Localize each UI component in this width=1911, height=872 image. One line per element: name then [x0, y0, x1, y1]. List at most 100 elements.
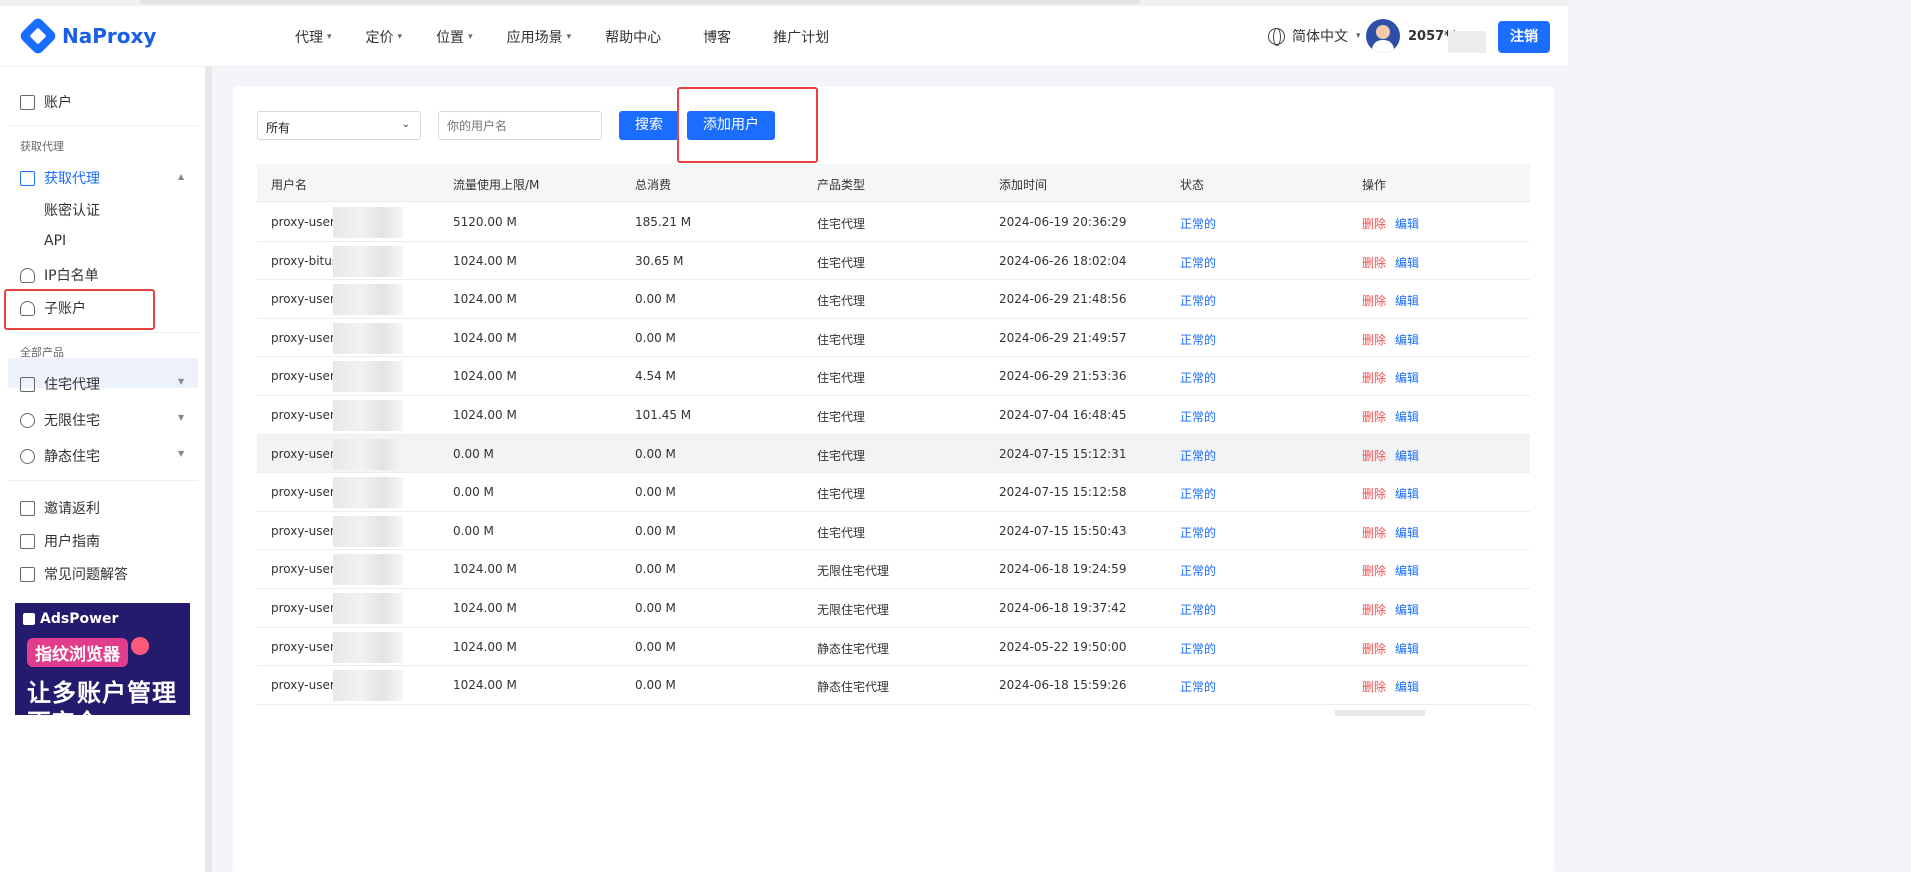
status-cell: 正常的 — [1180, 410, 1217, 424]
delete-link[interactable]: 删除 — [1362, 678, 1386, 695]
spend-cell: 4.54 M — [635, 369, 676, 384]
spend-cell: 30.65 M — [635, 253, 684, 268]
edit-link[interactable]: 编辑 — [1395, 447, 1419, 464]
chevron-down-icon: ▾ — [1356, 31, 1361, 41]
delete-link[interactable]: 删除 — [1362, 447, 1386, 464]
time-cell: 2024-06-26 18:02:04 — [999, 253, 1127, 268]
delete-link[interactable]: 删除 — [1362, 601, 1386, 618]
edit-link[interactable]: 编辑 — [1395, 485, 1419, 502]
delete-link[interactable]: 删除 — [1362, 369, 1386, 386]
nav-item-affiliate[interactable]: 推广计划 — [773, 27, 829, 47]
delete-link[interactable]: 删除 — [1362, 254, 1386, 271]
monitor-icon — [20, 170, 35, 186]
nav-item-blog[interactable]: 博客 — [703, 27, 731, 47]
table-row: proxy-user 0.00 M 0.00 M 住宅代理 2024-07-15 15:… — [257, 511, 1530, 551]
delete-link[interactable]: 删除 — [1362, 408, 1386, 425]
sidebar-item-unlimited[interactable]: 无限住宅 — [20, 410, 100, 430]
logo-icon — [18, 16, 58, 56]
sidebar-item-account[interactable]: 账户 — [20, 92, 72, 112]
delete-link[interactable]: 删除 — [1362, 485, 1386, 502]
edit-link[interactable]: 编辑 — [1395, 369, 1419, 386]
delete-link[interactable]: 删除 — [1362, 215, 1386, 232]
logout-button[interactable]: 注销 — [1498, 21, 1550, 53]
nav-item-proxy[interactable]: 代理 ▾ — [295, 27, 332, 47]
status-cell: 正常的 — [1180, 487, 1217, 502]
sidebar-item-label: 获取代理 — [44, 171, 100, 187]
chevron-down-icon[interactable]: ▼ — [178, 413, 184, 422]
nav-item-location[interactable]: 位置 ▾ — [436, 27, 473, 47]
edit-link[interactable]: 编辑 — [1395, 678, 1419, 695]
sidebar-item-get-proxy[interactable]: 获取代理 — [20, 168, 100, 188]
spend-cell: 0.00 M — [635, 562, 676, 577]
logo[interactable]: NaProxy — [18, 16, 156, 56]
time-cell: 2024-06-19 20:36:29 — [999, 215, 1127, 229]
chevron-down-icon[interactable]: ▼ — [178, 449, 184, 458]
chevron-up-icon[interactable]: ▲ — [178, 172, 184, 181]
sidebar-scrollbar[interactable] — [205, 67, 212, 872]
nav-item-help[interactable]: 帮助中心 — [605, 27, 661, 47]
language-selector[interactable]: 简体中文 ▾ — [1268, 26, 1361, 46]
delete-link[interactable]: 删除 — [1362, 640, 1386, 657]
sidebar-item-residential[interactable]: 住宅代理 — [20, 374, 100, 394]
edit-link[interactable]: 编辑 — [1395, 408, 1419, 425]
column-header: 总消费 — [635, 178, 672, 192]
edit-link[interactable]: 编辑 — [1395, 292, 1419, 309]
chevron-down-icon[interactable]: ▼ — [178, 377, 184, 386]
sidebar-item-faq[interactable]: 常见问题解答 — [20, 564, 128, 584]
username-cell: proxy-user — [271, 485, 335, 500]
username-cell: proxy-user — [271, 369, 335, 384]
user-lock-icon — [20, 267, 35, 283]
edit-link[interactable]: 编辑 — [1395, 562, 1419, 579]
delete-link[interactable]: 删除 — [1362, 331, 1386, 348]
edit-link[interactable]: 编辑 — [1395, 254, 1419, 271]
time-cell: 2024-06-29 21:53:36 — [999, 369, 1127, 384]
delete-link[interactable]: 删除 — [1362, 562, 1386, 579]
time-cell: 2024-07-15 15:12:31 — [999, 446, 1127, 461]
location-pin-icon — [20, 448, 35, 464]
username-cell: proxy-user — [271, 408, 335, 422]
limit-cell: 1024.00 M — [453, 330, 517, 345]
spend-cell: 0.00 M — [635, 639, 676, 654]
sidebar-item-ip-whitelist[interactable]: IP白名单 — [20, 265, 99, 285]
username-redacted — [333, 400, 403, 431]
address-strip — [140, 0, 1140, 4]
sidebar-item-invite[interactable]: 邀请返利 — [20, 498, 100, 518]
spend-cell: 0.00 M — [635, 292, 676, 307]
search-button[interactable]: 搜索 — [619, 111, 679, 140]
nav-item-use-cases[interactable]: 应用场景 ▾ — [507, 27, 572, 47]
username-redacted — [333, 284, 403, 316]
spend-cell: 185.21 M — [635, 215, 692, 229]
edit-link[interactable]: 编辑 — [1395, 215, 1419, 232]
type-cell: 住宅代理 — [817, 410, 866, 424]
chevron-down-icon: ▾ — [327, 31, 332, 42]
delete-link[interactable]: 删除 — [1362, 524, 1386, 541]
ad-headline-2: 更安全 — [27, 703, 99, 715]
document-icon — [20, 566, 35, 582]
edit-link[interactable]: 编辑 — [1395, 524, 1419, 541]
table-row: proxy-user 1024.00 M 0.00 M 静态住宅代理 2024-05-2… — [257, 627, 1530, 667]
sidebar-item-api[interactable]: API — [44, 233, 66, 249]
delete-link[interactable]: 删除 — [1362, 292, 1386, 309]
status-filter-select[interactable]: 所有 ⌄ — [257, 111, 421, 140]
username-redacted — [333, 245, 403, 277]
limit-cell: 1024.00 M — [453, 639, 517, 654]
nav-item-pricing[interactable]: 定价 ▾ — [366, 27, 403, 47]
edit-link[interactable]: 编辑 — [1395, 640, 1419, 657]
account-icon — [20, 94, 35, 110]
avatar[interactable] — [1366, 19, 1400, 53]
sidebar-item-guide[interactable]: 用户指南 — [20, 531, 100, 551]
limit-cell: 0.00 M — [453, 446, 494, 461]
type-cell: 静态住宅代理 — [817, 680, 890, 695]
time-cell: 2024-06-18 19:24:59 — [999, 562, 1127, 577]
sidebar-item-password-auth[interactable]: 账密认证 — [44, 200, 100, 220]
edit-link[interactable]: 编辑 — [1395, 601, 1419, 618]
sidebar-item-label: 无限住宅 — [44, 413, 100, 429]
edit-link[interactable]: 编辑 — [1395, 331, 1419, 348]
time-cell: 2024-07-15 15:12:58 — [999, 485, 1127, 500]
ad-banner[interactable]: AdsPower 指纹浏览器 让多账户管理 更安全 — [15, 603, 190, 715]
sidebar-item-static[interactable]: 静态住宅 — [20, 446, 100, 466]
username-cell: proxy-bitus — [271, 253, 339, 268]
username-search-input[interactable] — [438, 111, 602, 140]
ad-badge-icon — [131, 637, 149, 655]
username-redacted — [333, 438, 403, 470]
